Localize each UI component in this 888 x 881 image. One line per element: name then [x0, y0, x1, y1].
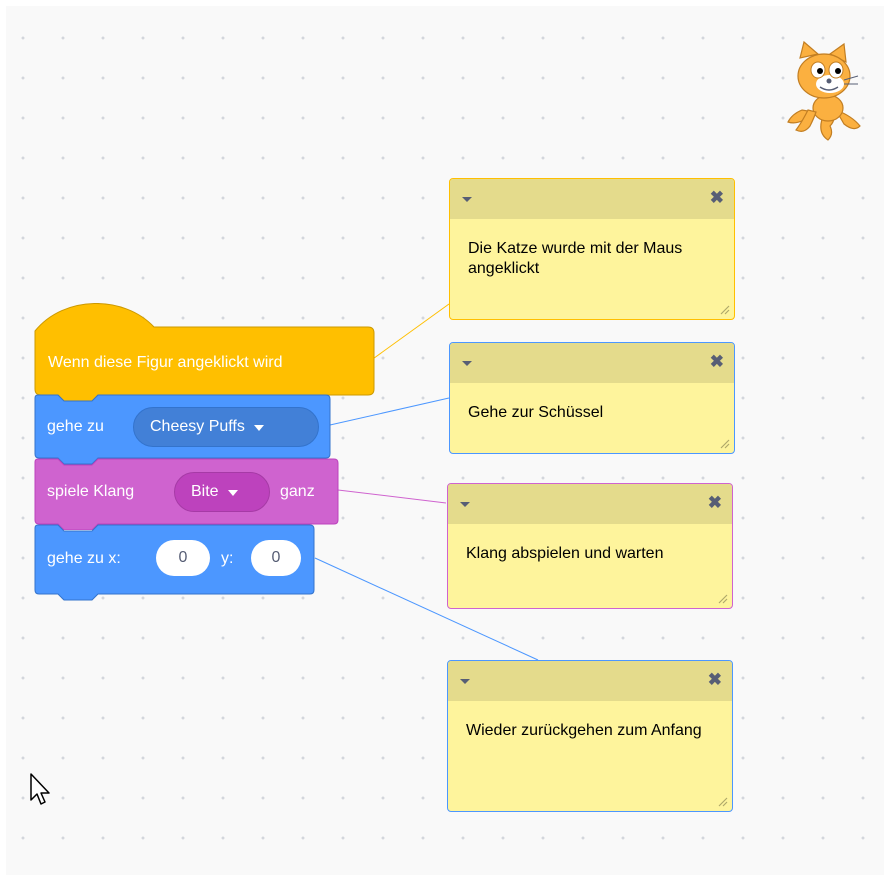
triangle-down-icon[interactable]	[462, 361, 472, 366]
resize-grip-icon[interactable]	[718, 303, 730, 315]
comment-goto[interactable]: ✖ Gehe zur Schüssel	[449, 342, 735, 454]
goto-target-value: Cheesy Puffs	[150, 418, 245, 435]
when-sprite-clicked-hat-block[interactable]	[34, 303, 376, 401]
goto-block-label: gehe zu	[47, 418, 104, 435]
triangle-down-icon[interactable]	[460, 679, 470, 684]
comment-text[interactable]: Die Katze wurde mit der Maus angeklickt	[468, 239, 718, 279]
resize-grip-icon[interactable]	[716, 795, 728, 807]
comment-gotoxy[interactable]: ✖ Wieder zurückgehen zum Anfang	[447, 660, 733, 812]
x-input[interactable]: 0	[156, 540, 210, 576]
x-value: 0	[178, 549, 188, 566]
code-workspace[interactable]: Wenn diese Figur angeklickt wird gehe zu…	[6, 6, 884, 875]
comment-top-bar[interactable]: ✖	[448, 484, 732, 524]
comment-top-bar[interactable]: ✖	[450, 179, 734, 219]
triangle-down-icon[interactable]	[460, 502, 470, 507]
comment-top-bar[interactable]: ✖	[450, 343, 734, 383]
comment-text[interactable]: Klang abspielen und warten	[466, 544, 716, 564]
goto-comment-connector	[329, 397, 450, 426]
dropdown-arrow-icon	[253, 424, 264, 431]
y-value: 0	[271, 549, 281, 566]
comment-top-bar[interactable]: ✖	[448, 661, 732, 701]
gotoxy-block-label: gehe zu x:	[47, 550, 121, 567]
triangle-down-icon[interactable]	[462, 197, 472, 202]
cat-sprite-icon[interactable]	[778, 40, 866, 144]
dropdown-arrow-icon	[227, 489, 238, 496]
sound-comment-connector	[337, 489, 447, 504]
resize-grip-icon[interactable]	[718, 437, 730, 449]
goto-target-dropdown[interactable]: Cheesy Puffs	[133, 407, 319, 447]
resize-grip-icon[interactable]	[716, 592, 728, 604]
comment-hat[interactable]: ✖ Die Katze wurde mit der Maus angeklick…	[449, 178, 735, 320]
hat-comment-connector	[369, 303, 450, 362]
y-input[interactable]: 0	[251, 540, 301, 576]
comment-text[interactable]: Gehe zur Schüssel	[468, 403, 718, 423]
mouse-pointer-icon	[30, 773, 50, 805]
sound-block-label: spiele Klang	[47, 483, 135, 500]
sound-block-suffix: ganz	[280, 483, 315, 500]
comment-sound[interactable]: ✖ Klang abspielen und warten	[447, 483, 733, 609]
comment-text[interactable]: Wieder zurückgehen zum Anfang	[466, 721, 716, 741]
close-icon[interactable]: ✖	[708, 493, 722, 513]
close-icon[interactable]: ✖	[710, 352, 724, 372]
sound-dropdown[interactable]: Bite	[174, 472, 270, 512]
close-icon[interactable]: ✖	[708, 670, 722, 690]
sound-value: Bite	[191, 483, 219, 500]
hat-block-label: Wenn diese Figur angeklickt wird	[48, 354, 283, 371]
y-label: y:	[221, 550, 234, 567]
close-icon[interactable]: ✖	[710, 188, 724, 208]
